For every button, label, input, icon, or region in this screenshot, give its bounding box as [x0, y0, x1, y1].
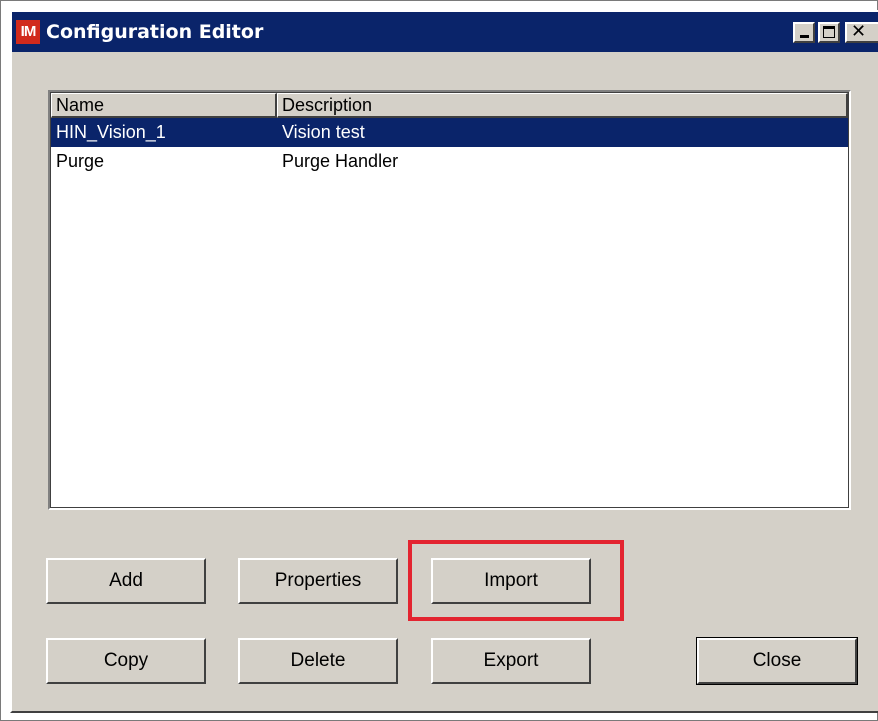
- minimize-button[interactable]: [793, 22, 815, 43]
- copy-button[interactable]: Copy: [46, 638, 206, 684]
- screenshot-frame: IM Configuration Editor ✕ Name Descripti…: [0, 0, 878, 721]
- column-header-name[interactable]: Name: [51, 93, 277, 118]
- list-header: Name Description: [51, 93, 848, 118]
- row-description-cell: Purge Handler: [282, 151, 399, 171]
- close-button[interactable]: Close: [696, 637, 858, 685]
- title-bar[interactable]: IM Configuration Editor ✕: [12, 12, 878, 52]
- list-row[interactable]: Purge Purge Handler: [51, 147, 848, 176]
- row-name-cell: HIN_Vision_1: [56, 122, 166, 142]
- window-title: Configuration Editor: [46, 21, 264, 43]
- delete-button[interactable]: Delete: [238, 638, 398, 684]
- minimize-icon: [800, 35, 809, 38]
- list-row[interactable]: HIN_Vision_1 Vision test: [51, 118, 848, 147]
- configuration-editor-window: IM Configuration Editor ✕ Name Descripti…: [10, 10, 878, 713]
- list-rows: HIN_Vision_1 Vision test Purge Purge Han…: [51, 118, 848, 176]
- close-icon: ✕: [851, 21, 867, 42]
- add-button[interactable]: Add: [46, 558, 206, 604]
- row-description-cell: Vision test: [282, 122, 365, 142]
- import-highlight-box: [408, 540, 624, 621]
- column-header-description[interactable]: Description: [277, 93, 848, 118]
- maximize-icon: [823, 26, 835, 38]
- close-window-button[interactable]: ✕: [845, 22, 878, 43]
- configuration-list[interactable]: Name Description HIN_Vision_1 Vision tes…: [48, 90, 851, 510]
- properties-button[interactable]: Properties: [238, 558, 398, 604]
- export-button[interactable]: Export: [431, 638, 591, 684]
- maximize-button[interactable]: [818, 22, 840, 43]
- app-icon: IM: [16, 20, 40, 44]
- row-name-cell: Purge: [56, 151, 105, 171]
